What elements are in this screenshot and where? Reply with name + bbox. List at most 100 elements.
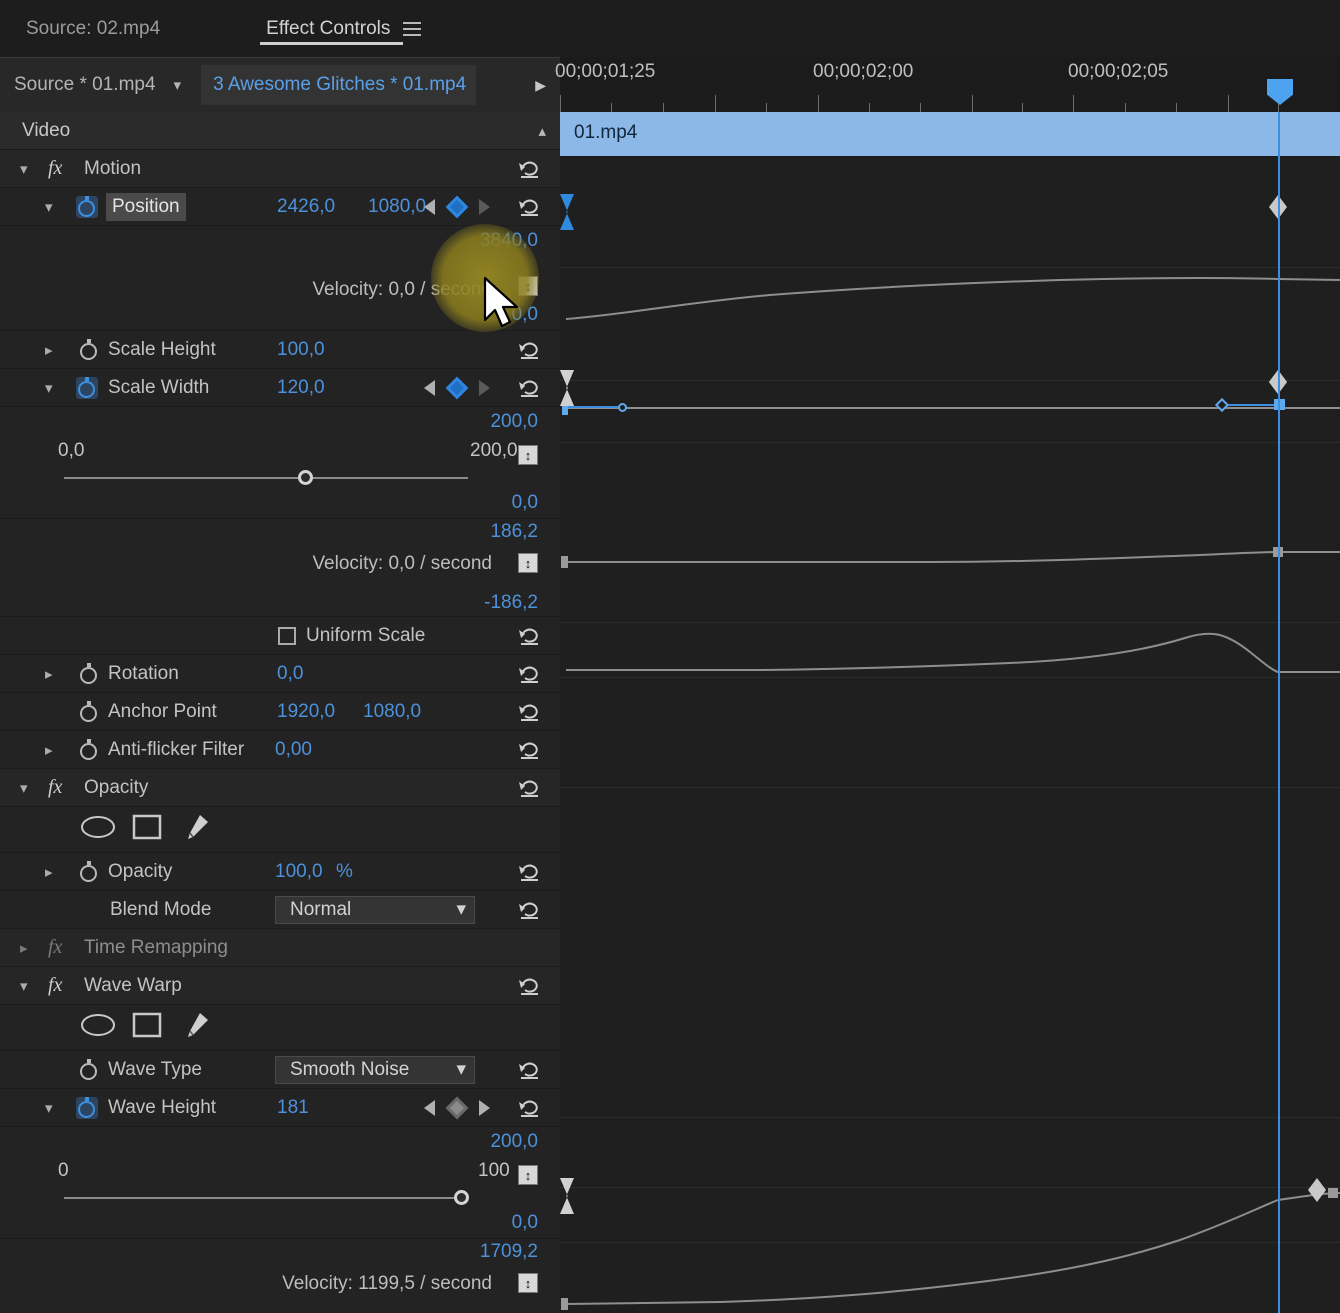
effect-row-opacity[interactable]: ▾ fx Opacity xyxy=(0,769,560,807)
property-row-opacity[interactable]: ▸ Opacity 100,0 % xyxy=(0,853,560,891)
value-keyframe-marker[interactable] xyxy=(561,1298,568,1310)
bezier-handle-knob[interactable] xyxy=(618,403,627,412)
next-keyframe-button[interactable] xyxy=(479,1099,490,1116)
reset-button[interactable] xyxy=(518,777,542,799)
next-keyframe-button[interactable] xyxy=(479,198,490,215)
reset-button[interactable] xyxy=(518,1059,542,1081)
wave-height-slider-track[interactable] xyxy=(64,1190,469,1205)
video-section-header[interactable]: Video ▴ xyxy=(0,112,560,150)
vertical-resize-icon[interactable]: ↕ xyxy=(518,553,538,573)
stopwatch-icon[interactable] xyxy=(78,860,100,883)
reset-button[interactable] xyxy=(518,339,542,361)
disclosure-triangle-icon[interactable]: ▾ xyxy=(20,160,28,178)
wave-height-value[interactable]: 181 xyxy=(277,1097,309,1119)
property-name-label[interactable]: Position xyxy=(106,192,186,221)
caret-up-icon[interactable]: ▴ xyxy=(538,122,546,140)
reset-button[interactable] xyxy=(518,158,542,180)
effect-row-wave-warp[interactable]: ▾ fx Wave Warp xyxy=(0,967,560,1005)
disclosure-triangle-icon[interactable]: ▸ xyxy=(45,341,53,359)
vertical-resize-icon[interactable]: ↕ xyxy=(518,445,538,465)
reset-button[interactable] xyxy=(518,861,542,883)
rectangle-mask-icon[interactable] xyxy=(132,814,162,845)
reset-button[interactable] xyxy=(518,196,542,218)
stopwatch-icon[interactable] xyxy=(78,700,100,723)
add-keyframe-button[interactable] xyxy=(445,376,469,399)
disclosure-triangle-icon[interactable]: ▾ xyxy=(45,1099,53,1117)
disclosure-triangle-icon[interactable]: ▾ xyxy=(45,198,53,216)
disclosure-triangle-icon[interactable]: ▸ xyxy=(45,741,53,759)
keyframe-timeline-panel[interactable]: 01.mp4 xyxy=(560,112,1340,1313)
disclosure-triangle-icon[interactable]: ▾ xyxy=(20,779,28,797)
ellipse-mask-icon[interactable] xyxy=(80,814,116,845)
add-keyframe-button[interactable] xyxy=(445,195,469,218)
tab-effect-controls[interactable]: Effect Controls xyxy=(252,0,435,57)
chevron-down-icon[interactable]: ▾ xyxy=(174,76,182,94)
wave-type-select[interactable]: Smooth Noise ▾ xyxy=(275,1055,475,1084)
rectangle-mask-icon[interactable] xyxy=(132,1012,162,1043)
disclosure-triangle-icon[interactable]: ▸ xyxy=(45,665,53,683)
scale-width-slider-knob[interactable] xyxy=(298,470,314,485)
playhead-handle[interactable] xyxy=(1267,79,1293,105)
disclosure-triangle-icon[interactable]: ▸ xyxy=(45,863,53,881)
reset-button[interactable] xyxy=(518,625,542,647)
reset-button[interactable] xyxy=(518,739,542,761)
wave-height-slider-knob[interactable] xyxy=(454,1190,469,1205)
bezier-handle-line[interactable] xyxy=(566,406,624,408)
reset-button[interactable] xyxy=(518,701,542,723)
tab-source[interactable]: Source: 02.mp4 xyxy=(12,0,174,57)
add-keyframe-button[interactable] xyxy=(445,1096,469,1119)
property-row-wave-height[interactable]: ▾ Wave Height 181 xyxy=(0,1089,560,1127)
property-row-scale-height[interactable]: ▸ Scale Height 100,0 xyxy=(0,331,560,369)
property-row-wave-type[interactable]: Wave Type Smooth Noise ▾ xyxy=(0,1051,560,1089)
play-triangle-icon[interactable]: ▶ xyxy=(535,77,546,94)
prev-keyframe-button[interactable] xyxy=(424,1099,435,1116)
stopwatch-icon[interactable] xyxy=(78,338,100,361)
timeline-ruler[interactable]: 00;00;01;25 00;00;02;00 00;00;02;05 xyxy=(555,57,1340,112)
value-keyframe-marker[interactable] xyxy=(561,556,568,568)
hamburger-icon[interactable] xyxy=(403,21,422,36)
disclosure-triangle-icon[interactable]: ▾ xyxy=(45,379,53,397)
property-row-blend-mode[interactable]: Blend Mode Normal ▾ xyxy=(0,891,560,929)
position-x-value[interactable]: 2426,0 xyxy=(277,196,335,218)
next-keyframe-button[interactable] xyxy=(479,379,490,396)
reset-button[interactable] xyxy=(518,975,542,997)
stopwatch-icon[interactable] xyxy=(78,662,100,685)
rotation-value[interactable]: 0,0 xyxy=(277,663,303,685)
uniform-scale-checkbox[interactable] xyxy=(278,626,296,645)
anchor-x-value[interactable]: 1920,0 xyxy=(277,701,335,723)
vertical-resize-icon[interactable]: ↕ xyxy=(518,1273,538,1293)
property-row-uniform-scale[interactable]: Uniform Scale xyxy=(0,617,560,655)
vertical-resize-icon[interactable]: ↕ xyxy=(518,1165,538,1185)
stopwatch-icon[interactable] xyxy=(78,1058,100,1081)
property-row-scale-width[interactable]: ▾ Scale Width 120,0 xyxy=(0,369,560,407)
scale-width-value[interactable]: 120,0 xyxy=(277,377,325,399)
property-row-position[interactable]: ▾ Position 2426,0 1080,0 xyxy=(0,188,560,226)
playhead-line[interactable] xyxy=(1278,112,1280,1313)
disclosure-triangle-icon[interactable]: ▸ xyxy=(20,939,28,957)
pen-mask-icon[interactable] xyxy=(180,1011,210,1044)
reset-button[interactable] xyxy=(518,899,542,921)
ellipse-mask-icon[interactable] xyxy=(80,1012,116,1043)
property-row-anchor-point[interactable]: Anchor Point 1920,0 1080,0 xyxy=(0,693,560,731)
property-row-anti-flicker[interactable]: ▸ Anti-flicker Filter 0,00 xyxy=(0,731,560,769)
prev-keyframe-button[interactable] xyxy=(424,379,435,396)
reset-button[interactable] xyxy=(518,377,542,399)
value-keyframe-marker[interactable] xyxy=(1328,1188,1338,1198)
scale-width-slider-track[interactable] xyxy=(64,470,468,485)
reset-button[interactable] xyxy=(518,663,542,685)
stopwatch-icon[interactable] xyxy=(76,195,98,218)
prev-keyframe-button[interactable] xyxy=(424,198,435,215)
stopwatch-icon[interactable] xyxy=(76,1096,98,1119)
anchor-y-value[interactable]: 1080,0 xyxy=(363,701,421,723)
disclosure-triangle-icon[interactable]: ▾ xyxy=(20,977,28,995)
pen-mask-icon[interactable] xyxy=(180,813,210,846)
bezier-handle-line[interactable] xyxy=(1222,404,1280,406)
opacity-value[interactable]: 100,0 xyxy=(275,861,323,883)
position-y-value[interactable]: 1080,0 xyxy=(368,196,426,218)
blend-mode-select[interactable]: Normal ▾ xyxy=(275,895,475,924)
effect-row-time-remapping[interactable]: ▸ fx Time Remapping xyxy=(0,929,560,967)
scale-height-value[interactable]: 100,0 xyxy=(277,339,325,361)
stopwatch-icon[interactable] xyxy=(76,376,98,399)
sequence-clip-label[interactable]: 3 Awesome Glitches * 01.mp4 xyxy=(201,65,477,105)
effect-row-motion[interactable]: ▾ fx Motion xyxy=(0,150,560,188)
